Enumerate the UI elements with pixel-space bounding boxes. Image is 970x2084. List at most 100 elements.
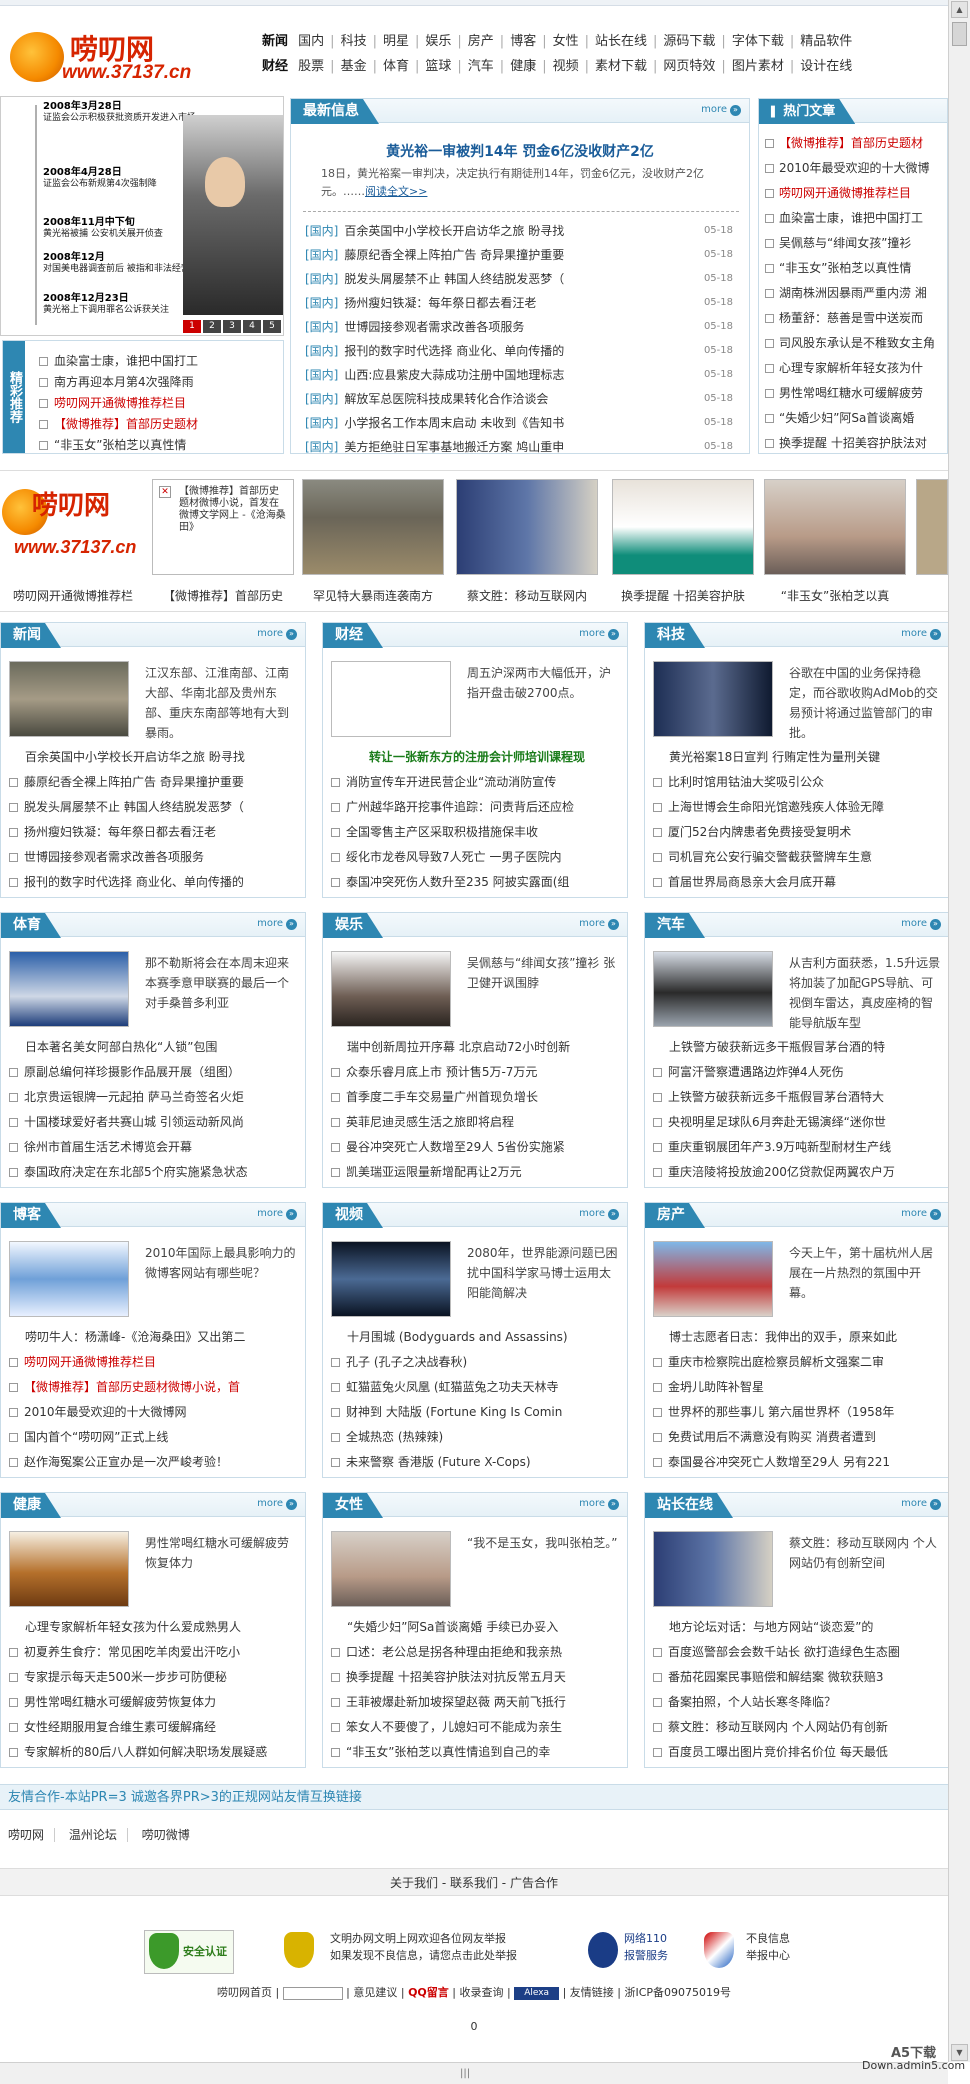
category-item[interactable]: 赵作海冤案公正宣办是一次严峻考验！ [9, 1450, 301, 1475]
police-110-badge[interactable]: 网络110 报警服务 [584, 1930, 684, 1974]
category-item[interactable]: 财神到 大陆版 (Fortune King Is Comin [331, 1400, 623, 1425]
news-item[interactable]: [国内] 解放军总医院科技成果转化合作洽谈会 05-18 [305, 387, 745, 411]
photo-speaker[interactable] [456, 479, 598, 575]
category-item[interactable]: 蔡文胜：移动互联网内 个人网站仍有创新 [653, 1715, 945, 1740]
hot-item[interactable]: 血染富士康，谁把中国打工 [765, 206, 949, 231]
news-item[interactable]: [国内] 小学报名工作本周末启动 未收到《告知书 05-18 [305, 411, 745, 435]
nav-link[interactable]: 女性 [553, 34, 579, 49]
hot-item[interactable]: 【微博推荐】首部历史题材 [765, 131, 949, 156]
nav-group-news[interactable]: 新闻 [262, 34, 288, 49]
category-item[interactable]: 专家提示每天走500米一步步可防便秘 [9, 1665, 301, 1690]
category-item[interactable]: 泰国政府决定在东北部5个府实施紧急状态 [9, 1160, 301, 1185]
read-more-link[interactable]: 阅读全文>> [365, 185, 427, 198]
category-item[interactable]: 原副总编何祥珍摄影作品展开展（组图） [9, 1060, 301, 1085]
category-item[interactable]: 报刊的数字时代选择 商业化、单向传播的 [9, 870, 301, 895]
news-item[interactable]: [国内] 脱发头屑屡禁不止 韩国人终结脱发恶梦（ 05-18 [305, 267, 745, 291]
category-item[interactable]: 孔子 (孔子之决战春秋) [331, 1350, 623, 1375]
nav-link[interactable]: 明星 [383, 34, 409, 49]
category-thumbnail[interactable] [9, 1531, 129, 1607]
report-center-badge[interactable]: 不良信息 举报中心 [700, 1930, 810, 1974]
category-thumbnail[interactable] [653, 661, 773, 737]
category-item[interactable]: 唠叨牛人：杨潇峰-《沧海桑田》又出第二 [9, 1325, 301, 1350]
news-item[interactable]: [国内] 藤原纪香全裸上阵拍广告 奇异果撞护重要 05-18 [305, 243, 745, 267]
category-item[interactable]: 口述：老公总是拐各种理由拒绝和我亲热 [331, 1640, 623, 1665]
photo-caption[interactable]: “非玉女”张柏芝以真 [764, 587, 906, 604]
slide-page-button[interactable]: 4 [243, 320, 261, 333]
category-item[interactable]: 心理专家解析年轻女孩为什么爱成熟男人 [9, 1615, 301, 1640]
category-item[interactable]: 脱发头屑屡禁不止 韩国人终结脱发恶梦（ [9, 795, 301, 820]
timeline-slideshow[interactable]: 2008年3月28日 证监会公示积极获批资质开发进入市场 2008年4月28日 证监… [0, 96, 284, 336]
category-item[interactable]: 央视明星足球队6月奔赴无锡演绎“迷你世 [653, 1110, 945, 1135]
news-title[interactable]: 美方拒绝驻日军事基地搬迁方案 鸠山重申 [344, 440, 564, 454]
more-link[interactable]: more [901, 628, 941, 640]
category-summary[interactable]: 那不勒斯将会在本周末迎来本赛季意甲联赛的最后一个对手桑普多利亚 [145, 953, 297, 1013]
news-title[interactable]: 百余英国中小学校长开启访华之旅 盼寻找 [344, 224, 564, 238]
category-item[interactable]: 重庆涪陵将投放逾200亿贷款促两翼农户万 [653, 1160, 945, 1185]
category-item[interactable]: 王菲被爆赴新加坡探望赵薇 两天前飞抵行 [331, 1690, 623, 1715]
category-title[interactable]: 视频 [323, 1203, 383, 1228]
category-item[interactable]: “失婚少妇”阿Sa首谈离婚 手续已办妥入 [331, 1615, 623, 1640]
news-item[interactable]: [国内] 扬州瘦妇铁凝：每年祭日都去看汪老 05-18 [305, 291, 745, 315]
category-title[interactable]: 财经 [323, 623, 383, 648]
nav-link[interactable]: 精品软件 [800, 34, 852, 49]
news-title[interactable]: 扬州瘦妇铁凝：每年祭日都去看汪老 [344, 296, 536, 310]
featured-item[interactable]: 【微博推荐】首部历史题材 [39, 414, 198, 435]
hot-item[interactable]: 男性常喝红糖水可缓解疲劳 [765, 381, 949, 406]
category-item[interactable]: 上铁警方破获新远多千瓶假冒茅台酒特大 [653, 1085, 945, 1110]
photo-caption[interactable]: 罕见特大暴雨连袭南方 [302, 587, 444, 604]
featured-item[interactable]: 南方再迎本月第4次强降雨 [39, 372, 198, 393]
footer-input[interactable] [282, 1986, 343, 2000]
category-item[interactable]: 转让一张新东方的注册会计师培训课程现 [331, 745, 623, 770]
featured-item[interactable]: 血染富士康，谁把中国打工 [39, 351, 198, 372]
category-item[interactable]: 首届世界局商恳亲大会月底开幕 [653, 870, 945, 895]
featured-item[interactable]: “非玉女”张柏芝以真性情 [39, 435, 198, 456]
category-item[interactable]: 百余英国中小学校长开启访华之旅 盼寻找 [9, 745, 301, 770]
photo-woman[interactable] [612, 479, 754, 575]
nav-link[interactable]: 素材下载 [595, 59, 647, 74]
nav-link[interactable]: 房产 [468, 34, 494, 49]
nav-link[interactable]: 视频 [553, 59, 579, 74]
news-title[interactable]: 解放军总医院科技成果转化合作洽谈会 [344, 392, 548, 406]
nav-link[interactable]: 体育 [383, 59, 409, 74]
category-item[interactable]: 重庆市检察院出庭检察员解析文强案二审 [653, 1350, 945, 1375]
news-item[interactable]: [国内] 世博园接参观者需求改善各项服务 05-18 [305, 315, 745, 339]
footer-link-alexa[interactable]: Alexa [514, 1986, 560, 2000]
hot-item[interactable]: 吴佩慈与“绯闻女孩”撞衫 [765, 231, 949, 256]
news-category[interactable]: [国内] [305, 296, 338, 310]
nav-link[interactable]: 股票 [298, 59, 324, 74]
category-item[interactable]: 地方论坛对话：与地方网站“谈恋爱”的 [653, 1615, 945, 1640]
category-item[interactable]: 上海世博会生命阳光馆邀残疾人体验无障 [653, 795, 945, 820]
more-link[interactable]: more [257, 918, 297, 930]
category-title[interactable]: 健康 [1, 1493, 61, 1518]
category-thumbnail[interactable] [9, 951, 129, 1027]
news-category[interactable]: [国内] [305, 248, 338, 262]
category-item[interactable]: 金坍儿助阵补智星 [653, 1375, 945, 1400]
horizontal-scrollbar[interactable]: ||| [0, 2062, 948, 2084]
footer-link-friends[interactable]: 友情链接 [570, 1986, 614, 1999]
photo-caption[interactable]: 蔡文胜：移动互联网内 [456, 587, 598, 604]
hot-item[interactable]: 司风股东承认是不稚致女主角 [765, 331, 949, 356]
category-item[interactable]: 免费试用后不满意没有购买 消费者遭到 [653, 1425, 945, 1450]
category-item[interactable]: 专家解析的80后八人群如何解决职场发展疑惑 [9, 1740, 301, 1765]
nav-link[interactable]: 源码下载 [663, 34, 715, 49]
security-badge[interactable]: 安全认证 [144, 1930, 234, 1974]
footer-link-qq[interactable]: QQ留言 [408, 1986, 449, 1999]
news-category[interactable]: [国内] [305, 368, 338, 382]
category-item[interactable]: 扬州瘦妇铁凝：每年祭日都去看汪老 [9, 820, 301, 845]
category-summary[interactable]: 从吉利方面获悉，1.5升远景将加装了加配GPS导航、可视倒车雷达，真皮座椅的智能… [789, 953, 941, 1033]
nav-link[interactable]: 篮球 [425, 59, 451, 74]
slide-page-button[interactable]: 1 [183, 320, 201, 333]
category-thumbnail[interactable] [331, 1531, 451, 1607]
category-thumbnail[interactable] [331, 1241, 451, 1317]
broken-image-thumb[interactable]: ✕ 【微博推荐】首部历史题材微博小说，首发在微博文学网上 -《沧海桑田》 [152, 479, 294, 575]
category-item[interactable]: 首季度二手车交易量广州首现负增长 [331, 1085, 623, 1110]
news-item[interactable]: [国内] 报刊的数字时代选择 商业化、单向传播的 05-18 [305, 339, 745, 363]
category-item[interactable]: 男性常喝红糖水可缓解疲劳恢复体力 [9, 1690, 301, 1715]
category-item[interactable]: 女性经期服用复合维生素可缓解痛经 [9, 1715, 301, 1740]
category-item[interactable]: 2010年最受欢迎的十大微博网 [9, 1400, 301, 1425]
category-item[interactable]: 全城热恋 (热辣辣) [331, 1425, 623, 1450]
category-summary[interactable]: 今天上午，第十届杭州人居展在一片热烈的氛围中开幕。 [789, 1243, 941, 1303]
photo-cut[interactable] [916, 479, 948, 575]
news-category[interactable]: [国内] [305, 416, 338, 430]
hot-item[interactable]: 换季提醒 十招美容护肤法对 [765, 431, 949, 456]
